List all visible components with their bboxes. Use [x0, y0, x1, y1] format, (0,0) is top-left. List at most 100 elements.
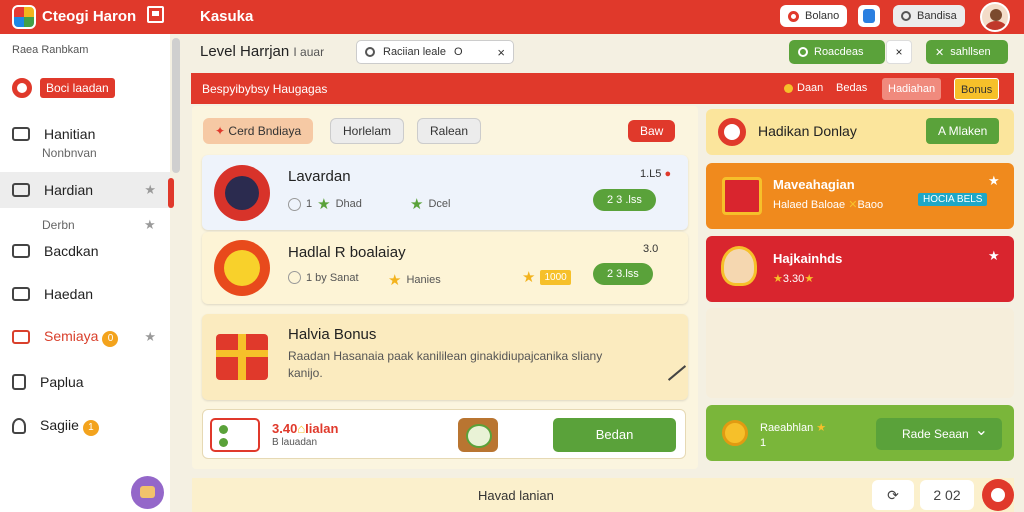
record-button[interactable]: [982, 479, 1014, 511]
sidebar-item-bacdkan[interactable]: Bacdkan: [0, 233, 170, 269]
target-icon: [12, 78, 32, 98]
card-title: Hadlal R boalaiay: [288, 244, 406, 261]
radio-icon[interactable]: [288, 197, 301, 211]
search-icon: [798, 47, 808, 57]
target-icon: [718, 118, 746, 146]
mascot-card-title: Hajkainhds: [773, 251, 843, 266]
app-title: Cteogi Haron: [42, 8, 137, 25]
treasure-chest-icon: [722, 177, 762, 215]
refresh-button[interactable]: ⟳: [872, 480, 914, 510]
tab-bonus[interactable]: Bonus: [954, 78, 1000, 100]
sidebar-item-hardian[interactable]: Hardian ★: [0, 172, 170, 208]
settings-action-button[interactable]: ✕ sahllsen: [926, 40, 1008, 64]
tab-baw[interactable]: Baw: [628, 120, 676, 142]
sidebar-item-label: Semiaya 0: [44, 328, 119, 347]
claim-button[interactable]: Bedan: [553, 418, 676, 452]
pin-icon: [12, 374, 26, 390]
banner-text: Bespyibybsy Haugagas: [202, 82, 328, 96]
coin-icon: [722, 420, 748, 446]
user-icon: [12, 418, 26, 434]
coin-card-sub: 1: [760, 437, 767, 449]
bookmark-button[interactable]: [858, 5, 880, 27]
footer-label: Havad lanian: [478, 488, 554, 503]
sidebar-subitem[interactable]: Nonbnvan: [42, 146, 97, 160]
star-icon[interactable]: ★: [144, 182, 156, 198]
page-counter[interactable]: 2 02: [920, 480, 974, 510]
window-icon[interactable]: [147, 6, 164, 23]
search-icon: [901, 11, 911, 21]
card-meta: 1 by Sanat: [288, 271, 359, 284]
card-meta: 1 ★ Dhad: [288, 195, 362, 213]
star-icon[interactable]: ★: [144, 329, 156, 345]
top-secondary-button[interactable]: Bandisa: [893, 5, 965, 27]
bonus-text: Raadan Hasanaia paak kanililean ginakidi…: [288, 349, 603, 363]
search-option: O: [453, 46, 463, 58]
calendar-icon: [12, 183, 30, 197]
bonus-title: Halvia Bonus: [288, 326, 377, 343]
character-icon: [214, 165, 270, 221]
buy-button[interactable]: 2 3 .lss: [593, 189, 656, 211]
tab-hadiahan[interactable]: Hadiahan: [882, 78, 942, 100]
star-icon[interactable]: ★: [988, 248, 1000, 264]
avatar[interactable]: [980, 2, 1010, 32]
buy-button[interactable]: 2 3.lss: [593, 263, 653, 285]
sidebar-item-semiaya[interactable]: Semiaya 0 ★: [0, 319, 170, 355]
sidebar-scrollbar[interactable]: [172, 38, 180, 173]
sidebar-subitem[interactable]: Derbn: [42, 218, 75, 232]
reward-icons: [210, 418, 260, 452]
mascot-icon: [721, 246, 757, 286]
star-icon: ★: [410, 196, 424, 213]
sidebar-header: Raea Ranbkam: [12, 44, 89, 56]
fire-icon: ●: [664, 168, 672, 180]
refresh-icon: ⟳: [887, 487, 899, 503]
search-input[interactable]: Raciian leale O ×: [356, 40, 514, 64]
sidebar-item-label: Bacdkan: [44, 243, 99, 259]
star-icon[interactable]: ★: [988, 173, 1000, 189]
sidebar-item-label: Hanitian: [44, 126, 96, 142]
game-button[interactable]: [131, 476, 164, 509]
search-icon: [788, 10, 799, 22]
search-icon: [365, 47, 375, 57]
status-badge: HOCIA BELS: [918, 193, 988, 206]
page-title: Level Harrjan I auar: [200, 43, 325, 60]
empty-panel: [706, 308, 1014, 398]
banner-link-daan[interactable]: Daan: [784, 82, 823, 94]
coin-card-title: Raeabhlan ★: [760, 422, 827, 434]
sidebar-item-haedan[interactable]: Haedan: [0, 276, 170, 312]
card-meta: ★ Hanies: [388, 272, 441, 289]
search-action-button[interactable]: Roacdeas: [789, 40, 885, 64]
home-icon: [12, 287, 30, 301]
radio-icon[interactable]: [288, 271, 301, 284]
top-search-button[interactable]: Bolano: [780, 5, 848, 27]
clear-search-button[interactable]: ×: [497, 45, 505, 60]
star-icon: ★: [388, 272, 402, 289]
sidebar-item-label: Sagiie 1: [40, 417, 99, 436]
sidebar-item-paplua[interactable]: Paplua: [0, 364, 170, 400]
coin-select[interactable]: Rade Seaan: [876, 415, 1002, 450]
star-icon[interactable]: ★: [144, 217, 156, 233]
scan-icon[interactable]: [458, 418, 498, 452]
mascot-card-sub: ★3.30★: [773, 273, 815, 285]
top-secondary-label: Bandisa: [917, 10, 957, 22]
section-title: Kasuka: [200, 8, 254, 25]
promo-label: Boci laadan: [40, 78, 115, 98]
tab-card-bndiaya[interactable]: ✦ Cerd Bndiaya: [203, 118, 314, 144]
gift-icon: [216, 334, 268, 380]
sidebar-item-sagiie[interactable]: Sagiie 1: [0, 408, 170, 444]
banner-link-bedas[interactable]: Bedas: [836, 82, 867, 94]
hat-icon: [12, 330, 30, 344]
app-logo-icon[interactable]: [12, 5, 36, 29]
sidebar-promo[interactable]: Boci laadan: [12, 78, 115, 98]
bonus-text: kanijo.: [288, 366, 323, 380]
sidebar: Raea Ranbkam Boci laadan Hanitian Nonbnv…: [0, 34, 170, 512]
reward-sub: B lauadan: [272, 437, 318, 448]
tab-ralean[interactable]: Ralean: [417, 118, 482, 144]
chest-card-title: Maveahagian: [773, 177, 855, 192]
coin-icon: [784, 83, 793, 93]
card-meta: ★ Dcel: [410, 196, 451, 213]
daily-claim-button[interactable]: A Mlaken: [926, 118, 1000, 144]
card-title: Lavardan: [288, 168, 351, 185]
close-button[interactable]: ×: [886, 40, 912, 64]
tab-horlelam[interactable]: Horlelam: [330, 118, 405, 144]
card-price: 3.0: [643, 243, 659, 255]
